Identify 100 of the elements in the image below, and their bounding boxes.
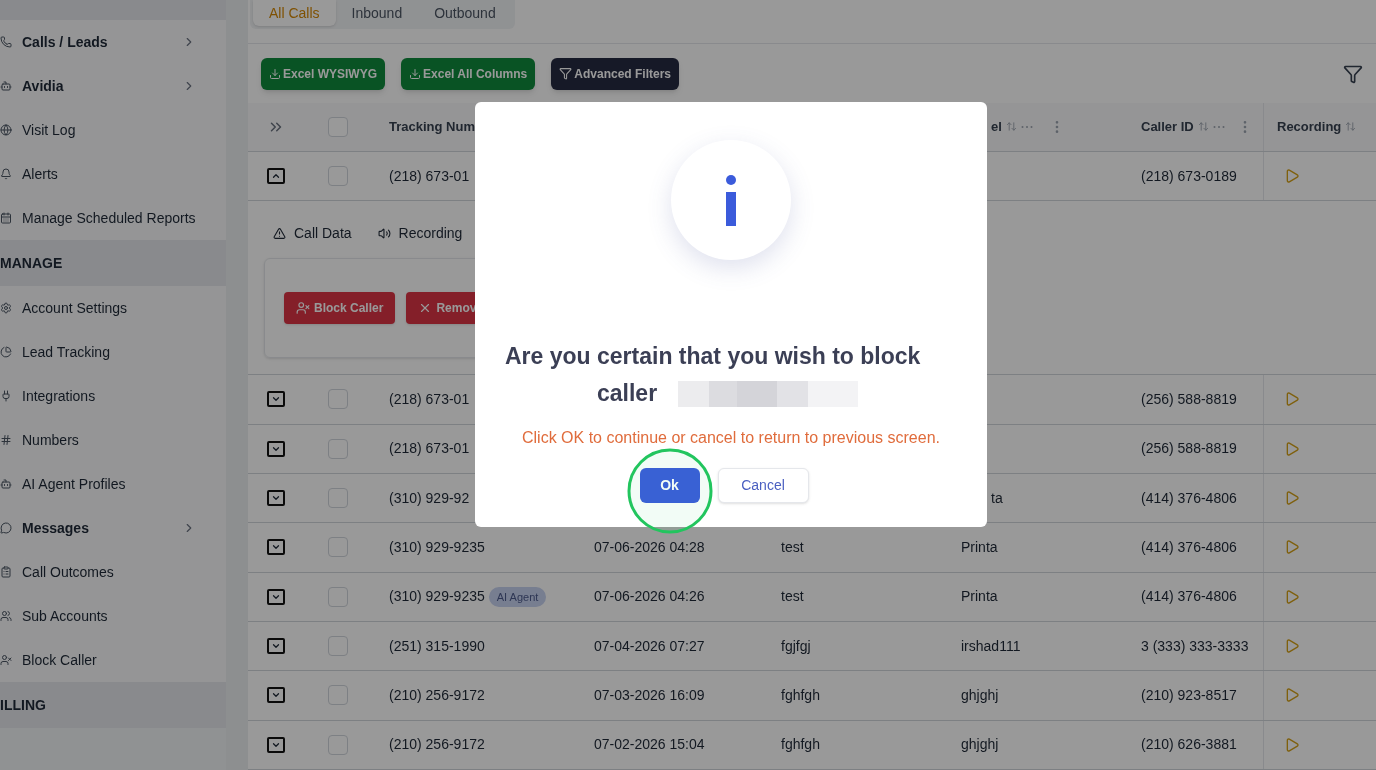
table-cell: 07-06-2026 04:28 [594,538,705,555]
play-icon[interactable] [1284,736,1300,753]
expand-toggle[interactable] [266,391,285,408]
calendar-icon [0,212,12,224]
block-caller-button[interactable]: Block Caller [284,292,396,325]
globe-icon [0,124,12,136]
sidebar-item[interactable]: Sub Accounts [0,594,226,638]
column-header[interactable]: Caller ID [1141,117,1194,137]
settings-icon [0,302,12,314]
expand-toggle[interactable] [266,687,285,704]
sidebar-item[interactable]: Block Caller [0,638,226,682]
table-cell-text: (218) 673-01 [389,389,470,409]
advanced-filters-button[interactable]: Advanced Filters [551,57,679,90]
checkbox[interactable] [328,116,348,137]
tab[interactable]: Outbound [418,0,512,26]
table-cell: 07-06-2026 04:26 [594,588,705,605]
checkbox[interactable] [328,389,348,410]
bell-icon [0,168,12,180]
table-cell-text: (210) 256-9172 [389,735,485,755]
plug-icon [0,390,12,402]
table-cell-text: (218) 673-01 [389,166,470,186]
expand-toggle[interactable] [266,638,285,655]
section-heading: ILLING [0,695,46,715]
sidebar-item[interactable]: Visit Log [0,108,226,152]
export-button[interactable]: Excel WYSIWYG [261,57,386,90]
phone-icon [0,36,12,48]
table-cell-text: (251) 315-1990 [389,636,485,656]
info-icon [725,174,737,226]
filter-icon[interactable] [1343,63,1363,84]
play-icon[interactable] [1284,440,1300,457]
table-cell: ta [991,489,1003,506]
expand-toggle[interactable] [266,539,285,556]
cancel-button[interactable]: Cancel [717,468,809,503]
robot-icon [0,478,12,490]
play-icon[interactable] [1284,687,1300,704]
table-cell: (414) 376-4806 [1141,489,1237,506]
checkbox[interactable] [328,438,348,459]
play-icon[interactable] [1284,588,1300,605]
table-cell: fgjfgj [781,637,811,654]
checkbox[interactable] [328,586,348,607]
sidebar-item[interactable]: Manage Scheduled Reports [0,196,226,240]
sort-icon[interactable] [1345,121,1357,133]
table-cell: (210) 923-8517 [1141,687,1237,703]
table-cell: test [781,538,804,555]
tab[interactable]: Inbound [335,0,419,26]
download-icon [269,67,281,80]
expand-toggle[interactable] [266,490,285,507]
checkbox[interactable] [328,488,348,509]
ok-button[interactable]: Ok [639,468,700,503]
expand-toggle[interactable] [266,168,285,185]
table-cell-text: (310) 929-9235 [389,587,485,607]
sidebar-item[interactable]: Call Outcomes [0,550,226,594]
panel-tab[interactable]: Recording [377,223,463,245]
drag-handle-icon[interactable] [1212,124,1225,129]
sidebar-item[interactable]: Numbers [0,418,226,462]
sidebar-item[interactable]: Alerts [0,152,226,196]
expand-toggle[interactable] [266,440,285,457]
play-icon[interactable] [1284,539,1300,556]
checkbox[interactable] [328,636,348,657]
play-icon[interactable] [1284,168,1300,185]
panel-tab[interactable]: Call Data [273,223,352,245]
user-block-icon [0,654,12,666]
checkbox[interactable] [328,685,348,706]
checkbox[interactable] [328,734,348,755]
column-header[interactable]: el [991,117,1002,137]
warning-icon [273,227,286,241]
checkbox[interactable] [328,166,348,187]
table-cell: 3 (333) 333-3333 [1141,637,1249,654]
export-button[interactable]: Excel All Columns [401,57,536,90]
hash-icon [0,434,12,446]
sidebar-item[interactable]: Avidia [0,64,226,108]
drag-handle-icon[interactable] [1020,124,1033,129]
expand-toggle[interactable] [266,736,285,753]
table-cell: (256) 588-8819 [1141,440,1237,457]
sidebar-item[interactable]: Integrations [0,374,226,418]
table-cell: (210) 626-3881 [1141,736,1237,753]
column-header[interactable]: Tracking Num [389,119,475,135]
play-icon[interactable] [1284,391,1300,408]
checkbox[interactable] [328,537,348,558]
table-cell: ghjghj [961,736,999,753]
sidebar-item[interactable]: AI Agent Profiles [0,462,226,506]
table-cell-text: (218) 673-01 [389,439,470,459]
table-cell: (218) 673-0189 [1141,167,1237,184]
sidebar-item[interactable]: Messages [0,506,226,550]
sort-icon[interactable] [1197,121,1209,133]
sidebar-item[interactable]: Account Settings [0,286,226,330]
table-cell: fghfgh [781,687,820,703]
play-icon[interactable] [1284,638,1300,655]
column-header[interactable]: Recording [1277,117,1342,137]
users-icon [0,610,12,622]
table-cell: irshad111 [961,637,1021,654]
table-cell: 07-04-2026 07:27 [594,637,705,654]
table-cell-text: (210) 256-9172 [389,686,485,705]
sidebar-item[interactable]: Calls / Leads [0,20,226,64]
play-icon[interactable] [1284,490,1300,507]
table-cell-text: (310) 929-92 [389,488,470,508]
sidebar-item[interactable]: Lead Tracking [0,330,226,374]
table-cell: test [781,588,804,605]
expand-toggle[interactable] [266,588,285,605]
sort-icon[interactable] [1005,121,1017,133]
